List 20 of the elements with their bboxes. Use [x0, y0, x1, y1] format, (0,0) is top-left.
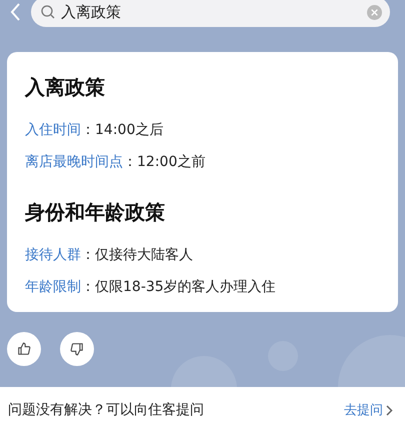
policy-label: 入住时间: [25, 121, 81, 139]
dislike-button[interactable]: [60, 332, 94, 366]
like-button[interactable]: [7, 332, 41, 366]
policy-label: 年龄限制: [25, 278, 81, 296]
thumbs-up-icon: [17, 342, 31, 356]
section-title: 入离政策: [25, 74, 106, 101]
thumbs-down-icon: [70, 342, 84, 356]
policy-value: ：14:00之后: [81, 121, 164, 139]
policy-label: 接待人群: [25, 246, 81, 264]
section-title: 身份和年龄政策: [25, 199, 166, 226]
search-input[interactable]: 入离政策: [61, 3, 361, 21]
help-text: 问题没有解决？可以向住客提问: [8, 401, 204, 419]
chevron-icon: [386, 404, 393, 416]
policy-value: ：12:00之前: [123, 153, 206, 171]
search-field[interactable]: 入离政策: [31, 0, 390, 27]
policy-label: 离店最晚时间点: [25, 153, 123, 171]
policy-value: ：仅限18-35岁的客人办理入住: [81, 278, 276, 296]
ask-link[interactable]: 去提问: [344, 401, 393, 419]
policy-value: ：仅接待大陆客人: [81, 246, 193, 264]
search-icon: [41, 5, 55, 19]
